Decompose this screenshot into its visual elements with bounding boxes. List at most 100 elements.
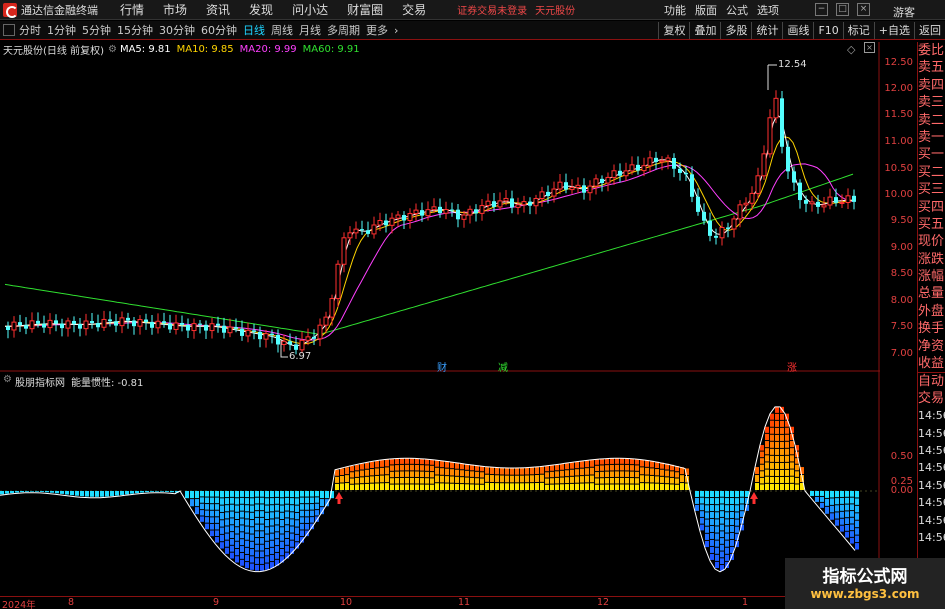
energy-block <box>795 464 799 471</box>
guest-label[interactable]: 游客 <box>893 4 915 20</box>
side-label[interactable]: 现价 <box>918 233 945 250</box>
energy-block <box>705 519 709 526</box>
energy-block <box>390 484 394 490</box>
settings-gear-icon[interactable]: ⚙ <box>108 44 117 55</box>
energy-block <box>790 441 794 448</box>
energy-block <box>200 516 204 522</box>
energy-block <box>290 491 294 498</box>
energy-block <box>730 491 734 497</box>
side-label[interactable]: 卖四 <box>918 77 945 94</box>
energy-block <box>785 462 789 469</box>
energy-block <box>585 483 589 490</box>
energy-block <box>250 541 254 549</box>
energy-block <box>370 476 374 483</box>
energy-block <box>610 484 614 490</box>
energy-block <box>845 525 849 531</box>
side-label[interactable]: 收益 <box>918 355 945 372</box>
side-time: 14:56 <box>918 478 945 492</box>
energy-block <box>470 477 474 484</box>
main-chart-legend: 天元股份(日线 前复权) ⚙ MA5: 9.81 MA10: 9.85 MA20… <box>3 42 360 57</box>
side-label[interactable]: 买一 <box>918 146 945 163</box>
energy-block <box>625 464 629 471</box>
energy-block <box>775 406 779 413</box>
energy-block <box>850 511 854 517</box>
energy-block <box>845 491 849 497</box>
energy-block <box>205 517 209 523</box>
btn-back[interactable]: 返回 <box>914 22 945 39</box>
energy-block <box>780 455 784 462</box>
energy-block <box>765 426 769 433</box>
ma20-label: MA20: 9.99 <box>239 43 297 55</box>
energy-block <box>600 478 604 484</box>
side-auto-label[interactable]: 自动 <box>918 372 945 389</box>
side-label[interactable]: 买五 <box>918 216 945 233</box>
energy-block <box>820 502 824 508</box>
energy-block <box>485 474 489 482</box>
candle-body <box>731 218 737 230</box>
candle-body <box>618 170 622 176</box>
energy-block <box>250 534 254 541</box>
candle-body <box>474 209 478 214</box>
energy-block <box>295 520 299 527</box>
event-reduce-marker[interactable]: 减 <box>498 359 508 374</box>
energy-block <box>285 532 289 538</box>
energy-block <box>605 478 609 484</box>
energy-block <box>220 505 224 512</box>
side-label[interactable]: 卖五 <box>918 59 945 76</box>
chart-canvas[interactable] <box>0 0 880 596</box>
side-label[interactable]: 委比 <box>918 42 945 59</box>
energy-block <box>335 476 339 483</box>
side-label[interactable]: 换手 <box>918 320 945 337</box>
candle-body <box>413 209 419 215</box>
energy-block <box>205 510 209 517</box>
event-finance-marker[interactable]: 财 <box>437 359 447 374</box>
energy-block <box>190 491 194 499</box>
energy-block <box>715 505 719 512</box>
energy-block <box>515 468 519 475</box>
energy-block <box>610 464 614 471</box>
energy-block <box>790 483 794 490</box>
energy-block <box>225 519 229 526</box>
price-tick: 8.00 <box>890 295 913 306</box>
side-label[interactable]: 外盘 <box>918 303 945 320</box>
side-label[interactable]: 买二 <box>918 164 945 181</box>
energy-block <box>145 491 149 493</box>
side-label[interactable]: 卖一 <box>918 129 945 146</box>
energy-block <box>850 531 854 537</box>
energy-block <box>225 547 229 554</box>
energy-block <box>25 491 29 492</box>
side-time: 14:56 <box>918 530 945 544</box>
side-label[interactable]: 净资 <box>918 338 945 355</box>
side-label[interactable]: 卖二 <box>918 112 945 129</box>
energy-block <box>765 476 769 483</box>
candle-body <box>6 326 10 330</box>
side-time: 14:56 <box>918 409 945 423</box>
energy-block <box>855 520 859 528</box>
side-label[interactable]: 买四 <box>918 199 945 216</box>
side-label[interactable]: 买三 <box>918 181 945 198</box>
sub-settings-gear-icon[interactable]: ⚙ <box>3 374 12 389</box>
side-label[interactable]: 涨跌 <box>918 251 945 268</box>
candle-body <box>329 298 335 318</box>
energy-block <box>785 441 789 448</box>
date-tick: 1 <box>742 597 749 608</box>
energy-block <box>215 530 219 537</box>
energy-block <box>670 471 674 477</box>
event-limit-up-marker[interactable]: 涨 <box>787 359 797 374</box>
side-label[interactable]: 总量 <box>918 285 945 302</box>
energy-block <box>250 549 254 556</box>
side-label[interactable]: 涨幅 <box>918 268 945 285</box>
side-trade-label[interactable]: 交易 <box>918 390 945 407</box>
side-time: 14:56 <box>918 461 945 475</box>
energy-block <box>435 475 439 483</box>
diamond-icon[interactable]: ◇ <box>847 43 855 56</box>
energy-block <box>715 498 719 505</box>
energy-block <box>245 554 249 562</box>
chart-close-icon[interactable]: × <box>864 42 875 53</box>
energy-block <box>270 533 274 540</box>
candle-body <box>510 198 514 208</box>
side-label[interactable]: 卖三 <box>918 94 945 111</box>
candle-body <box>402 215 406 221</box>
candle-body <box>761 153 767 177</box>
energy-block <box>740 491 744 497</box>
